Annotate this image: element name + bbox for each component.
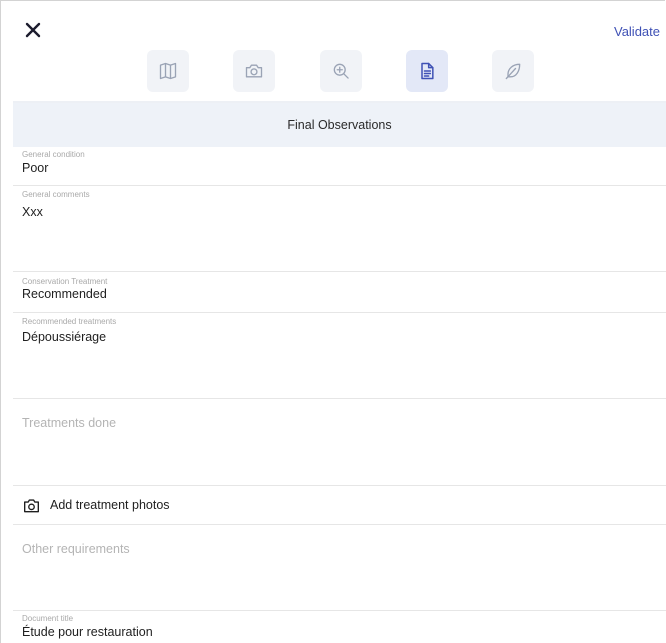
- add-treatment-photos-button[interactable]: Add treatment photos: [13, 486, 666, 525]
- field-label: Recommended treatments: [22, 317, 117, 326]
- field-value: Recommended: [22, 287, 107, 301]
- field-value: Dépoussiérage: [22, 330, 107, 344]
- field-placeholder: Treatments done: [22, 416, 117, 430]
- tab-feather[interactable]: [492, 50, 534, 92]
- camera-icon: [245, 64, 263, 78]
- field-value: Xxx: [22, 205, 43, 219]
- close-button[interactable]: [24, 21, 42, 39]
- field-value: Étude pour restauration: [22, 625, 153, 639]
- zoom-in-icon: [333, 63, 349, 79]
- recommended-treatments-field[interactable]: Recommended treatments Dépoussiérage: [13, 313, 666, 399]
- section-header: Final Observations: [13, 101, 666, 147]
- book-icon: [159, 62, 177, 80]
- tab-book[interactable]: [147, 50, 189, 92]
- close-icon: [25, 22, 41, 38]
- tab-bar: [0, 50, 666, 92]
- camera-icon: [23, 499, 39, 513]
- field-value: Poor: [22, 161, 49, 175]
- validate-button[interactable]: Validate: [614, 24, 660, 39]
- general-condition-field[interactable]: General condition Poor: [13, 147, 666, 186]
- field-placeholder: Other requirements: [22, 542, 130, 556]
- tab-camera[interactable]: [233, 50, 275, 92]
- tab-document[interactable]: [406, 50, 448, 92]
- conservation-treatment-field[interactable]: Conservation Treatment Recommended: [13, 272, 666, 313]
- document-title-field[interactable]: Document title Étude pour restauration: [13, 611, 666, 643]
- general-comments-field[interactable]: General comments Xxx: [13, 186, 666, 272]
- feather-icon: [505, 63, 521, 80]
- document-icon: [421, 62, 434, 80]
- field-label: Document title: [22, 614, 74, 623]
- field-label: General comments: [22, 190, 90, 199]
- field-label: General condition: [22, 150, 85, 159]
- add-photos-label: Add treatment photos: [50, 498, 170, 512]
- section-title: Final Observations: [287, 118, 392, 132]
- field-label: Conservation Treatment: [22, 277, 108, 286]
- other-requirements-field[interactable]: Other requirements: [13, 525, 666, 611]
- tab-zoom[interactable]: [320, 50, 362, 92]
- treatments-done-field[interactable]: Treatments done: [13, 399, 666, 486]
